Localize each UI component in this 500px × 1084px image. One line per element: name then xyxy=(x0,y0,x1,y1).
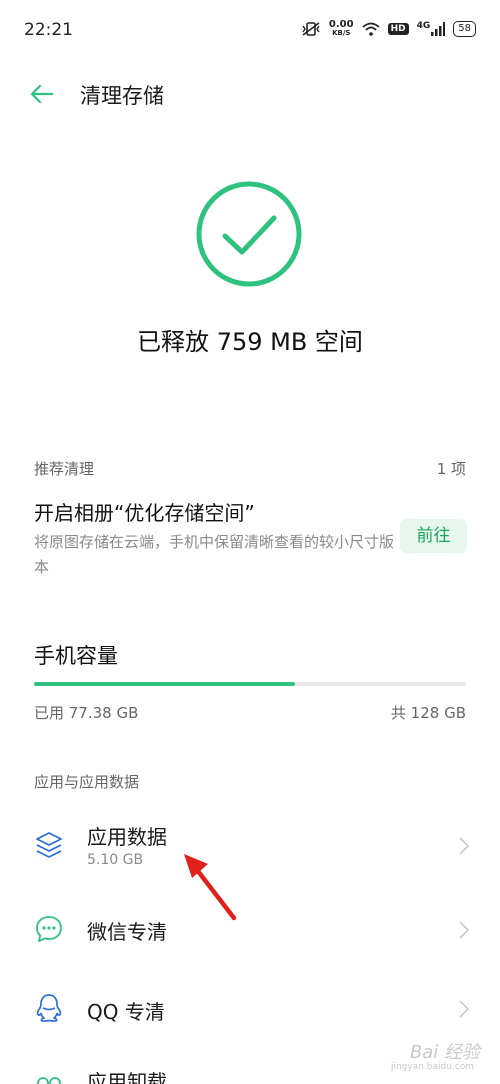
list-item-title: 应用数据 xyxy=(87,825,167,849)
chevron-right-icon xyxy=(459,921,470,939)
chevron-right-icon xyxy=(459,837,470,855)
check-circle-icon xyxy=(196,181,302,287)
list-item-wechat-clean[interactable]: 微信专清 xyxy=(0,890,500,968)
penguin-icon xyxy=(36,994,62,1022)
capacity-title: 手机容量 xyxy=(34,644,118,668)
freed-space-text: 已释放 759 MB 空间 xyxy=(137,328,363,356)
hd-badge: HD xyxy=(387,23,409,35)
network-speed-value: 0.00 xyxy=(328,19,354,30)
go-button[interactable]: 前往 xyxy=(400,519,467,553)
recommend-section-label: 推荐清理 xyxy=(34,460,95,478)
capacity-progress-track xyxy=(34,682,466,686)
network-speed: 0.00 KB/S xyxy=(329,20,354,38)
red-arrow-annotation xyxy=(184,854,237,921)
watermark-url: jingyan.baidu.com xyxy=(390,1062,474,1072)
recommend-count: 1 项 xyxy=(436,460,466,478)
wifi-icon xyxy=(362,22,380,36)
mute-vibrate-icon xyxy=(302,22,320,36)
list-item-title: 应用卸载 xyxy=(87,1070,167,1084)
battery-indicator: 58 xyxy=(453,21,476,37)
watermark: Bai 经验 xyxy=(409,1042,480,1063)
apps-section-label: 应用与应用数据 xyxy=(34,773,140,791)
used-capacity: 已用 77.38 GB xyxy=(34,704,139,722)
list-item-title: QQ 专清 xyxy=(87,1000,165,1024)
list-item-title: 微信专清 xyxy=(87,920,167,944)
network-speed-unit: KB/S xyxy=(332,29,351,37)
apps-icon xyxy=(37,1077,61,1084)
recommend-item-desc: 将原图存储在云端，手机中保留清晰查看的较小尺寸版本 xyxy=(34,533,395,576)
list-item-qq-clean[interactable]: QQ 专清 xyxy=(0,970,500,1048)
arrow-left-icon xyxy=(30,84,54,104)
status-time: 22:21 xyxy=(24,20,73,40)
cellular-signal: 4G xyxy=(417,22,446,36)
back-button[interactable] xyxy=(28,80,58,108)
header: 清理存储 xyxy=(0,72,500,116)
status-bar: 22:21 0.00 KB/S HD 4G 58 xyxy=(0,0,500,62)
chat-bubble-icon xyxy=(36,916,62,942)
chevron-right-icon xyxy=(459,1000,470,1018)
recommend-item-title: 开启相册“优化存储空间” xyxy=(34,501,255,525)
list-item-app-data[interactable]: 应用数据 5.10 GB xyxy=(0,806,500,884)
total-capacity: 共 128 GB xyxy=(390,704,466,722)
capacity-progress-fill xyxy=(34,682,296,686)
signal-label: 4G xyxy=(416,21,431,31)
signal-bars-icon xyxy=(431,22,446,36)
status-icons: 0.00 KB/S HD 4G 58 xyxy=(301,20,476,38)
layers-icon xyxy=(36,832,62,858)
list-item-subtitle: 5.10 GB xyxy=(87,852,144,868)
page-title: 清理存储 xyxy=(80,84,164,108)
